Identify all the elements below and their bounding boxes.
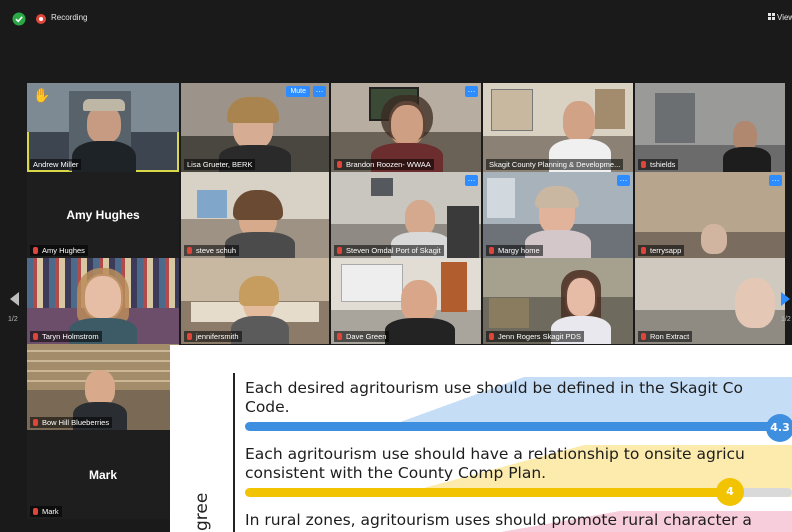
video-tile-jennifersmith[interactable]: jennifersmith (181, 258, 329, 344)
statement-2-bar (245, 488, 730, 497)
participant-big-name: Amy Hughes (66, 208, 140, 222)
statement-2-line-2: consistent with the County Comp Plan. (245, 464, 547, 482)
recording-label: Recording (51, 13, 88, 22)
participant-name: Skagit County Planning & Developme... (486, 159, 624, 170)
participant-name: Ron Extract (638, 331, 693, 342)
video-tile-dave-green[interactable]: Dave Green (331, 258, 481, 344)
video-tile-mark[interactable]: Mark Mark (27, 430, 179, 519)
participant-name: Taryn Holmstrom (30, 331, 102, 342)
view-button-label: View (777, 13, 792, 22)
participant-name: Mark (30, 506, 62, 517)
statement-2-score: 4 (716, 478, 744, 506)
video-tile-bow-hill-blueberries[interactable]: Bow Hill Blueberries (27, 344, 179, 430)
participant-name: Dave Green (334, 331, 390, 342)
more-options-icon[interactable]: … (769, 175, 782, 186)
page-indicator-left: 1/2 (8, 316, 18, 323)
video-tile-jenn-rogers[interactable]: Jenn Rogers Skagit PDS (483, 258, 633, 344)
meeting-top-bar: Recording View (0, 0, 792, 40)
participant-name: Margy home (486, 245, 543, 256)
axis-line (233, 373, 235, 532)
axis-label: gree (192, 492, 212, 531)
shared-screen-slide: gree Each desired agritourism use should… (170, 345, 792, 532)
raised-hand-icon: ✋ (33, 87, 51, 103)
statement-1-line-1: Each desired agritourism use should be d… (245, 379, 743, 397)
mute-button[interactable]: Mute (286, 86, 310, 97)
participant-name: Steven Omdal Port of Skagit (334, 245, 444, 256)
more-options-icon[interactable]: … (617, 175, 630, 186)
statement-1-bar (245, 422, 785, 431)
view-button[interactable]: View (768, 13, 792, 22)
video-tile-tshields[interactable]: tshields (635, 83, 785, 172)
participant-name: Lisa Grueter, BERK (184, 159, 256, 170)
next-page-arrow-icon[interactable] (781, 292, 790, 306)
video-tile-steve-schuh[interactable]: steve schuh (181, 172, 329, 258)
video-tile-terrysapp[interactable]: … terrysapp (635, 172, 785, 258)
statement-1-line-2: Code. (245, 398, 290, 416)
previous-page-arrow-icon[interactable] (10, 292, 19, 306)
participant-name: Bow Hill Blueberries (30, 417, 113, 428)
grid-icon (768, 13, 775, 20)
participant-name: steve schuh (184, 245, 240, 256)
more-options-icon[interactable]: … (313, 86, 326, 97)
participant-name: Andrew Miller (30, 159, 82, 170)
statement-2-line-1: Each agritourism use should have a relat… (245, 445, 745, 463)
video-tile-amy-hughes[interactable]: Amy Hughes Amy Hughes (27, 172, 179, 258)
page-indicator-right: 1/2 (781, 316, 791, 323)
participant-name: Brandon Roozen- WWAA (334, 159, 434, 170)
participant-name: terrysapp (638, 245, 685, 256)
more-options-icon[interactable]: … (465, 175, 478, 186)
video-tile-steven-omdal[interactable]: … Steven Omdal Port of Skagit (331, 172, 481, 258)
video-tile-lisa-grueter[interactable]: Mute … Lisa Grueter, BERK (181, 83, 329, 172)
video-tile-taryn-holmstrom[interactable]: Taryn Holmstrom (27, 258, 179, 344)
video-tile-andrew-miller[interactable]: ✋ Andrew Miller (27, 83, 179, 172)
recording-icon (36, 14, 46, 24)
participant-name: Jenn Rogers Skagit PDS (486, 331, 584, 342)
participant-big-name: Mark (88, 467, 117, 482)
participant-name: Amy Hughes (30, 245, 88, 256)
participant-name: jennifersmith (184, 331, 242, 342)
shield-check-icon[interactable] (12, 12, 26, 26)
video-tile-brandon-roozen[interactable]: … Brandon Roozen- WWAA (331, 83, 481, 172)
statement-3-line-1: In rural zones, agritourism uses should … (245, 511, 752, 529)
more-options-icon[interactable]: … (465, 86, 478, 97)
video-tile-margy-home[interactable]: … Margy home (483, 172, 633, 258)
video-tile-ron-extract[interactable]: Ron Extract (635, 258, 785, 344)
statement-1-score: 4.3 (766, 414, 792, 442)
participant-name: tshields (638, 159, 679, 170)
video-tile-skagit-county-planning[interactable]: Skagit County Planning & Developme... (483, 83, 633, 172)
